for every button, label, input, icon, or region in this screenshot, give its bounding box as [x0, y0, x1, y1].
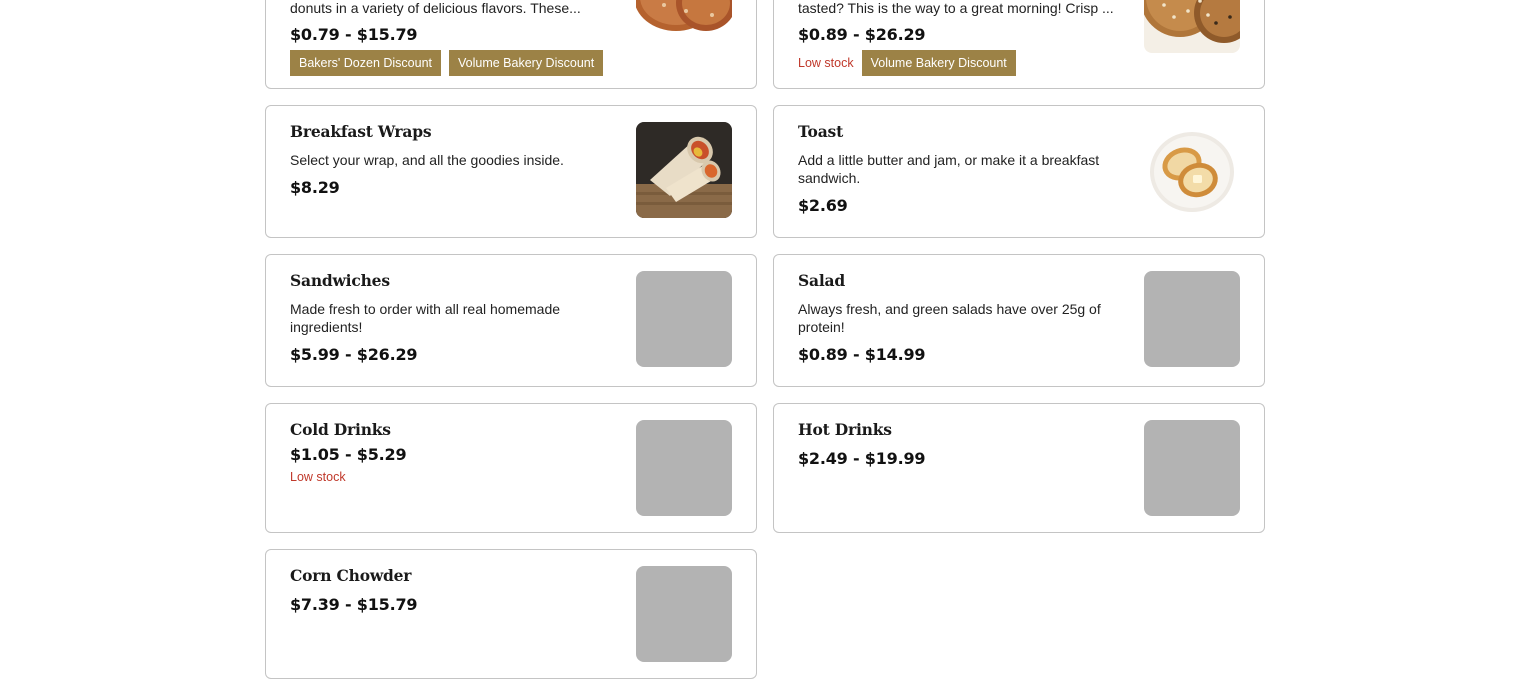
image-placeholder	[1144, 271, 1240, 367]
product-card-salad[interactable]: Salad Always fresh, and green salads hav…	[773, 254, 1265, 387]
product-card-breakfast-wraps[interactable]: Breakfast Wraps Select your wrap, and al…	[265, 105, 757, 238]
image-placeholder	[1144, 420, 1240, 516]
product-title: Hot Drinks	[798, 420, 892, 439]
product-tags: Bakers' Dozen Discount Volume Bakery Dis…	[290, 50, 622, 76]
wrap-photo	[636, 122, 732, 218]
product-price: $5.99 - $26.29	[290, 345, 418, 364]
product-description: Made fresh to order with all real homema…	[290, 301, 561, 335]
discount-badge: Volume Bakery Discount	[449, 50, 604, 76]
product-tags: Low stock Volume Bakery Discount	[798, 50, 1130, 76]
donuts-photo	[636, 0, 732, 41]
product-description: Always fresh, and green salads have over…	[798, 301, 1101, 335]
product-price: $0.89 - $26.29	[798, 25, 926, 44]
product-price: $1.05 - $5.29	[290, 445, 407, 464]
product-price: $0.79 - $15.79	[290, 25, 418, 44]
product-price: $2.69	[798, 196, 848, 215]
low-stock-label: Low stock	[798, 56, 854, 70]
product-card-toast[interactable]: Toast Add a little butter and jam, or ma…	[773, 105, 1265, 238]
product-price: $7.39 - $15.79	[290, 595, 418, 614]
product-card-corn-chowder[interactable]: Corn Chowder $7.39 - $15.79	[265, 549, 757, 679]
discount-badge: Bakers' Dozen Discount	[290, 50, 442, 76]
bagels-photo	[1144, 0, 1240, 53]
product-card-cold-drinks[interactable]: Cold Drinks $1.05 - $5.29 Low stock	[265, 403, 757, 533]
product-title: Sandwiches	[290, 271, 390, 290]
product-card-bagels[interactable]: tasted? This is the way to a great morni…	[773, 0, 1265, 89]
product-title: Salad	[798, 271, 846, 290]
low-stock-label: Low stock	[290, 470, 346, 484]
product-title: Cold Drinks	[290, 420, 391, 439]
product-title: Breakfast Wraps	[290, 122, 432, 141]
product-card-hot-drinks[interactable]: Hot Drinks $2.49 - $19.99	[773, 403, 1265, 533]
product-card-sandwiches[interactable]: Sandwiches Made fresh to order with all …	[265, 254, 757, 387]
product-card-donuts[interactable]: donuts in a variety of delicious flavors…	[265, 0, 757, 89]
product-description: Select your wrap, and all the goodies in…	[290, 152, 564, 168]
product-description: tasted? This is the way to a great morni…	[798, 0, 1114, 16]
image-placeholder	[636, 566, 732, 662]
product-title: Toast	[798, 122, 844, 141]
image-placeholder	[636, 271, 732, 367]
image-placeholder	[636, 420, 732, 516]
product-price: $0.89 - $14.99	[798, 345, 926, 364]
product-price: $8.29	[290, 178, 340, 197]
product-description: Add a little butter and jam, or make it …	[798, 152, 1100, 186]
product-description: donuts in a variety of delicious flavors…	[290, 0, 581, 16]
product-title: Corn Chowder	[290, 566, 412, 585]
toast-photo	[1144, 122, 1240, 218]
product-price: $2.49 - $19.99	[798, 449, 926, 468]
discount-badge: Volume Bakery Discount	[861, 50, 1016, 76]
